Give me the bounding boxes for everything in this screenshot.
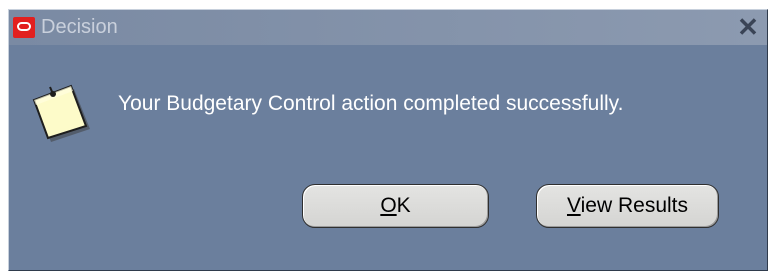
decision-dialog: Decision ✕ Your Budgetary Control action…: [8, 9, 768, 271]
ok-mnemonic: O: [380, 194, 397, 217]
ok-button[interactable]: OK: [302, 184, 489, 228]
ok-label-rest: K: [396, 194, 411, 217]
oracle-logo-icon: [13, 17, 35, 38]
dialog-message: Your Budgetary Control action completed …: [118, 92, 624, 115]
view-results-button[interactable]: View Results: [536, 184, 719, 228]
note-icon: [29, 79, 95, 145]
title-bar[interactable]: Decision ✕: [9, 10, 767, 45]
close-icon[interactable]: ✕: [735, 13, 761, 41]
view-results-label-rest: iew Results: [580, 194, 688, 217]
window-title: Decision: [41, 16, 118, 38]
view-results-mnemonic: V: [566, 194, 581, 217]
